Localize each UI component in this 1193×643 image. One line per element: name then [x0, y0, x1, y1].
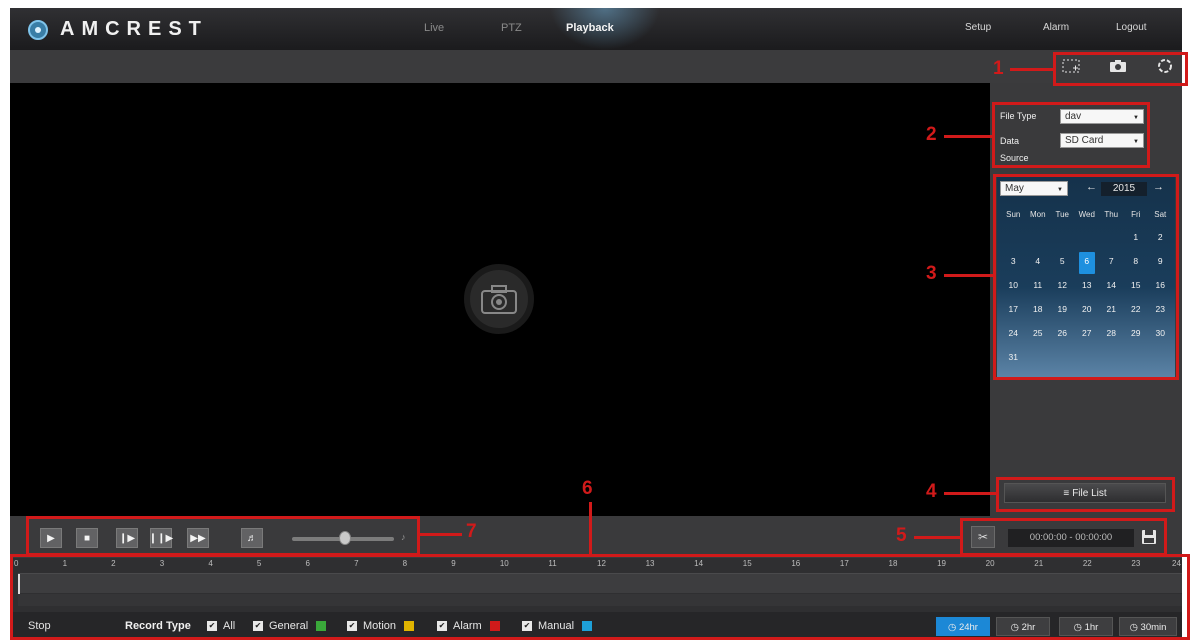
video-display[interactable] — [10, 83, 990, 516]
annotation-line-2 — [944, 135, 992, 138]
annotation-line-6 — [589, 502, 592, 554]
annotation-number-1: 1 — [993, 58, 1004, 79]
annotation-number-3: 3 — [926, 263, 937, 284]
annotation-line-5 — [914, 536, 960, 539]
annotation-box-2 — [992, 102, 1150, 168]
nav-logout[interactable]: Logout — [1116, 22, 1147, 33]
annotation-number-2: 2 — [926, 124, 937, 145]
brand-name: AMCREST — [60, 18, 208, 40]
nav-ptz[interactable]: PTZ — [501, 22, 522, 34]
amcrest-logo: AMCREST — [28, 18, 208, 41]
nav-playback[interactable]: Playback — [566, 22, 614, 34]
annotation-line-7 — [420, 533, 462, 536]
annotation-box-1 — [1053, 52, 1188, 86]
video-toolstrip — [10, 50, 1182, 83]
top-navigation-bar: AMCREST Live PTZ Playback Setup Alarm Lo… — [10, 8, 1182, 50]
annotation-box-7 — [26, 516, 420, 556]
annotation-number-7: 7 — [466, 521, 477, 542]
annotation-box-3 — [993, 174, 1179, 380]
annotation-box-6 — [10, 554, 1190, 640]
annotation-number-4: 4 — [926, 481, 937, 502]
camera-placeholder-icon — [464, 264, 534, 334]
annotation-number-5: 5 — [896, 525, 907, 546]
annotation-box-4 — [996, 477, 1175, 512]
annotation-line-1 — [1010, 68, 1053, 71]
nav-live[interactable]: Live — [424, 22, 444, 34]
nav-setup[interactable]: Setup — [965, 22, 991, 33]
annotation-box-5 — [960, 518, 1167, 556]
annotation-number-6: 6 — [582, 478, 593, 499]
annotation-line-4 — [944, 492, 996, 495]
nav-alarm[interactable]: Alarm — [1043, 22, 1069, 33]
annotation-line-3 — [944, 274, 993, 277]
logo-mark-icon — [28, 19, 48, 40]
